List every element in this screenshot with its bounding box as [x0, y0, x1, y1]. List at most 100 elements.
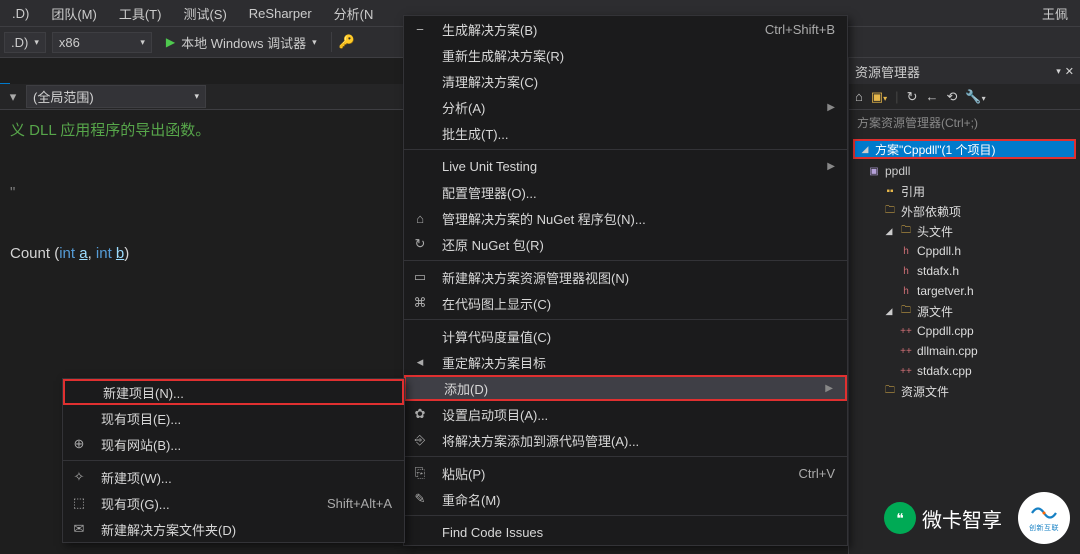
chevron-down-icon[interactable]: ▾: [4, 88, 22, 106]
menu-icon: ⎘: [408, 465, 432, 481]
menu-label: 批生成(T)...: [442, 124, 835, 143]
ctx-main-item[interactable]: ◂ 重定解决方案目标: [404, 349, 847, 375]
back-icon[interactable]: ←: [925, 89, 938, 104]
menu-label: 生成解决方案(B): [442, 20, 731, 39]
ctx-main-item[interactable]: ✎ 重命名(M): [404, 486, 847, 512]
ctx-main-item[interactable]: ⌘ 在代码图上显示(C): [404, 290, 847, 316]
menu-label: 在代码图上显示(C): [442, 294, 835, 313]
sync-icon[interactable]: ⟲: [946, 89, 957, 105]
ctx-main-item[interactable]: 批生成(T)...: [404, 120, 847, 146]
ctx-sub-item[interactable]: ⬚现有项(G)...Shift+Alt+A: [63, 490, 404, 516]
menu-label: 新建项目(N)...: [103, 383, 390, 402]
menu-icon: ✧: [67, 469, 91, 485]
menu-analyze[interactable]: 分析(N: [326, 2, 382, 25]
ctx-sub-item[interactable]: ⊕ 现有网站(B)...: [63, 431, 404, 457]
chevron-down-icon[interactable]: ▾: [1056, 66, 1061, 77]
panel-title: 资源管理器: [855, 62, 1052, 81]
file-node[interactable]: htargetver.h: [849, 281, 1080, 301]
menu-icon: ▭: [408, 269, 432, 285]
menu-resharper[interactable]: ReSharper: [241, 4, 320, 23]
scope-icon[interactable]: ▣▾: [871, 89, 887, 105]
ctx-main-item[interactable]: Live Unit Testing▶: [404, 153, 847, 179]
sources-folder[interactable]: ◢🗀源文件: [849, 301, 1080, 321]
side-toolbar: ⌂ ▣▾ | ↻ ← ⟲ 🔧▾: [849, 84, 1080, 110]
file-node[interactable]: ++dllmain.cpp: [849, 341, 1080, 361]
ctx-main-item[interactable]: ⎘粘贴(P)Ctrl+V: [404, 460, 847, 486]
ctx-main-item[interactable]: ✿设置启动项目(A)...: [404, 401, 847, 427]
submenu-arrow-icon: ▶: [827, 161, 835, 172]
menu-icon: ◂: [408, 354, 432, 370]
menu-icon: ⌘: [408, 295, 432, 311]
scope-dropdown[interactable]: (全局范围)▾: [26, 85, 206, 108]
menu-label: 计算代码度量值(C): [442, 327, 835, 346]
file-node[interactable]: hCppdll.h: [849, 241, 1080, 261]
ctx-main-item[interactable]: 配置管理器(O)...: [404, 179, 847, 205]
ctx-main-item[interactable]: ▭ 新建解决方案资源管理器视图(N): [404, 264, 847, 290]
ctx-main-item[interactable]: 分析(A)▶: [404, 94, 847, 120]
menu-label: 重定解决方案目标: [442, 353, 835, 372]
external-deps-node[interactable]: 🗀外部依赖项: [849, 201, 1080, 221]
watermarks: ❝微卡智享 创新互联: [884, 492, 1070, 544]
references-node[interactable]: ▪▪引用: [849, 181, 1080, 201]
wrench-icon[interactable]: 🔧▾: [965, 89, 985, 105]
ctx-sub-item[interactable]: 现有项目(E)...: [63, 405, 404, 431]
ctx-main-item[interactable]: 计算代码度量值(C): [404, 323, 847, 349]
menu-label: 新建解决方案资源管理器视图(N): [442, 268, 835, 287]
wechat-watermark: ❝微卡智享: [884, 502, 1002, 534]
menu-icon: ⬚: [67, 495, 91, 511]
ctx-main-item[interactable]: 重新生成解决方案(R): [404, 42, 847, 68]
explorer-tree: ◢方案"Cppdll"(1 个项目) ▣ppdll ▪▪引用 🗀外部依赖项 ◢🗀…: [849, 135, 1080, 403]
file-node[interactable]: ++Cppdll.cpp: [849, 321, 1080, 341]
file-node[interactable]: hstdafx.h: [849, 261, 1080, 281]
resources-folder[interactable]: 🗀资源文件: [849, 381, 1080, 401]
ctx-main-item[interactable]: Find Code Issues: [404, 519, 847, 545]
user-label[interactable]: 王佩: [1034, 2, 1076, 25]
menu-icon: ✉: [67, 521, 91, 537]
menu-icon: ⌂: [408, 211, 432, 226]
headers-folder[interactable]: ◢🗀头文件: [849, 221, 1080, 241]
menu-tools[interactable]: 工具(T): [111, 2, 170, 25]
wechat-icon: ❝: [884, 502, 916, 534]
project-node[interactable]: ▣ppdll: [849, 161, 1080, 181]
menu-icon: ⎯: [408, 21, 432, 37]
home-icon[interactable]: ⌂: [855, 89, 863, 104]
menu-label: Find Code Issues: [442, 525, 835, 540]
arch-dropdown[interactable]: x86▾: [52, 32, 152, 53]
menu-label: 粘贴(P): [442, 464, 765, 483]
ctx-sub-item[interactable]: ✧ 新建项(W)...: [63, 464, 404, 490]
menu-label: 管理解决方案的 NuGet 程序包(N)...: [442, 209, 835, 228]
menu-label: 新建项(W)...: [101, 468, 392, 487]
menu-label: 现有网站(B)...: [101, 435, 392, 454]
refresh-icon[interactable]: ↻: [907, 89, 918, 105]
menu-icon: ✿: [408, 406, 432, 422]
ctx-sub-item[interactable]: ✉新建解决方案文件夹(D): [63, 516, 404, 542]
menu-label: 重命名(M): [442, 490, 835, 509]
menu-d[interactable]: .D): [4, 4, 37, 23]
ctx-main-item[interactable]: ⎯生成解决方案(B)Ctrl+Shift+B: [404, 16, 847, 42]
play-icon: ▶: [166, 35, 175, 49]
ctx-main-item[interactable]: ⌂ 管理解决方案的 NuGet 程序包(N)...: [404, 205, 847, 231]
ctx-main-item[interactable]: ↻还原 NuGet 包(R): [404, 231, 847, 257]
ctx-sub-item[interactable]: 新建项目(N)...: [63, 379, 404, 405]
menu-icon: ⎆: [408, 432, 432, 448]
start-debug-button[interactable]: ▶本地 Windows 调试器▾: [158, 31, 325, 54]
brand-logo: 创新互联: [1018, 492, 1070, 544]
close-icon[interactable]: ✕: [1065, 65, 1074, 78]
submenu-arrow-icon: ▶: [825, 383, 833, 394]
ctx-main-item[interactable]: 添加(D)▶: [404, 375, 847, 401]
solution-explorer: 资源管理器 ▾ ✕ ⌂ ▣▾ | ↻ ← ⟲ 🔧▾ 方案资源管理器(Ctrl+;…: [848, 58, 1080, 554]
menu-icon: ✎: [408, 491, 432, 507]
menu-team[interactable]: 团队(M): [43, 2, 105, 25]
file-node[interactable]: ++stdafx.cpp: [849, 361, 1080, 381]
menu-test[interactable]: 测试(S): [175, 2, 234, 25]
solution-node[interactable]: ◢方案"Cppdll"(1 个项目): [853, 139, 1076, 159]
ctx-main-item[interactable]: 清理解决方案(C): [404, 68, 847, 94]
menu-icon: ⊕: [67, 436, 91, 452]
tool-icon[interactable]: 🔑: [338, 33, 356, 51]
search-placeholder[interactable]: 方案资源管理器(Ctrl+;): [849, 110, 1080, 135]
menu-label: 清理解决方案(C): [442, 72, 835, 91]
config-dropdown[interactable]: .D)▾: [4, 32, 46, 53]
context-menu-add: 新建项目(N)... 现有项目(E)... ⊕ 现有网站(B)... ✧ 新建项(W)..…: [62, 378, 405, 543]
menu-label: 配置管理器(O)...: [442, 183, 835, 202]
ctx-main-item[interactable]: ⎆将解决方案添加到源代码管理(A)...: [404, 427, 847, 453]
